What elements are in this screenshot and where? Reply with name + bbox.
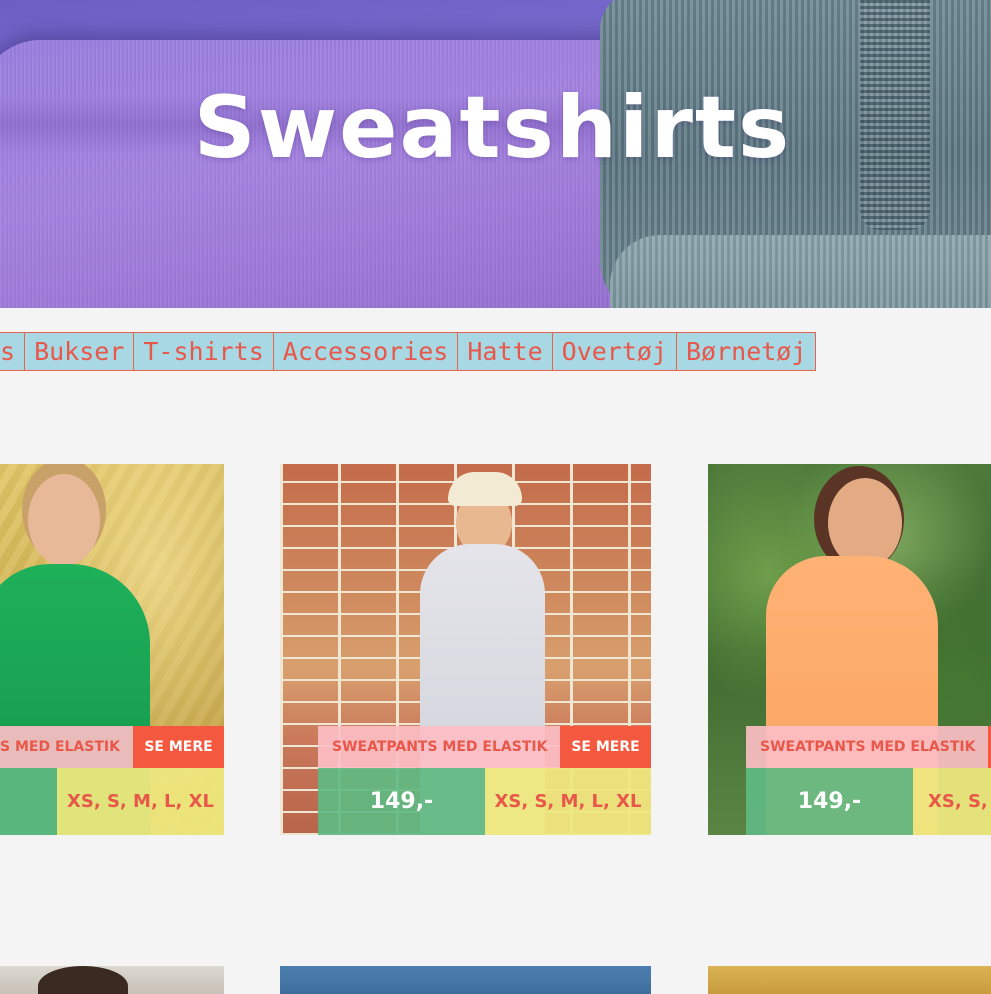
product-price: 149,- bbox=[746, 768, 913, 835]
product-card[interactable]: SWEATPANTS MED ELASTIK 149,- XS, S, bbox=[708, 464, 991, 835]
product-price: 149,- bbox=[318, 768, 485, 835]
hero-image-cuff-lower bbox=[610, 235, 991, 308]
product-card[interactable]: S MED ELASTIK SE MERE XS, S, M, L, XL bbox=[0, 464, 224, 835]
hero-banner: Sweatshirts bbox=[0, 0, 991, 308]
product-price bbox=[0, 768, 57, 835]
model-bucket-hat bbox=[448, 472, 522, 506]
see-more-button[interactable]: SE MERE bbox=[133, 726, 224, 768]
see-more-button[interactable]: SE MERE bbox=[560, 726, 651, 768]
product-name: S MED ELASTIK bbox=[0, 726, 133, 768]
product-name: SWEATPANTS MED ELASTIK bbox=[318, 726, 560, 768]
category-link-t-shirts[interactable]: T-shirts bbox=[134, 333, 274, 370]
model-head bbox=[828, 478, 902, 568]
product-card-next-row[interactable] bbox=[280, 966, 651, 994]
product-sizes: XS, S, bbox=[913, 768, 991, 835]
category-link-hatte[interactable]: Hatte bbox=[458, 333, 553, 370]
product-card-next-row[interactable] bbox=[708, 966, 991, 994]
product-card[interactable]: SWEATPANTS MED ELASTIK SE MERE 149,- XS,… bbox=[280, 464, 651, 835]
product-sizes: XS, S, M, L, XL bbox=[485, 768, 651, 835]
page-title: Sweatshirts bbox=[193, 78, 792, 178]
product-card-next-row[interactable] bbox=[0, 966, 224, 994]
product-sizes: XS, S, M, L, XL bbox=[57, 768, 224, 835]
model-head bbox=[28, 474, 100, 566]
category-nav: s Bukser T-shirts Accessories Hatte Over… bbox=[0, 332, 817, 371]
category-link-bukser[interactable]: Bukser bbox=[25, 333, 135, 370]
model-head bbox=[38, 966, 128, 994]
category-link-overtoj[interactable]: Overtøj bbox=[553, 333, 677, 370]
category-link-bornetoj[interactable]: Børnetøj bbox=[677, 333, 817, 370]
product-name: SWEATPANTS MED ELASTIK bbox=[746, 726, 988, 768]
category-link-accessories[interactable]: Accessories bbox=[274, 333, 459, 370]
category-link-partial[interactable]: s bbox=[0, 333, 26, 370]
